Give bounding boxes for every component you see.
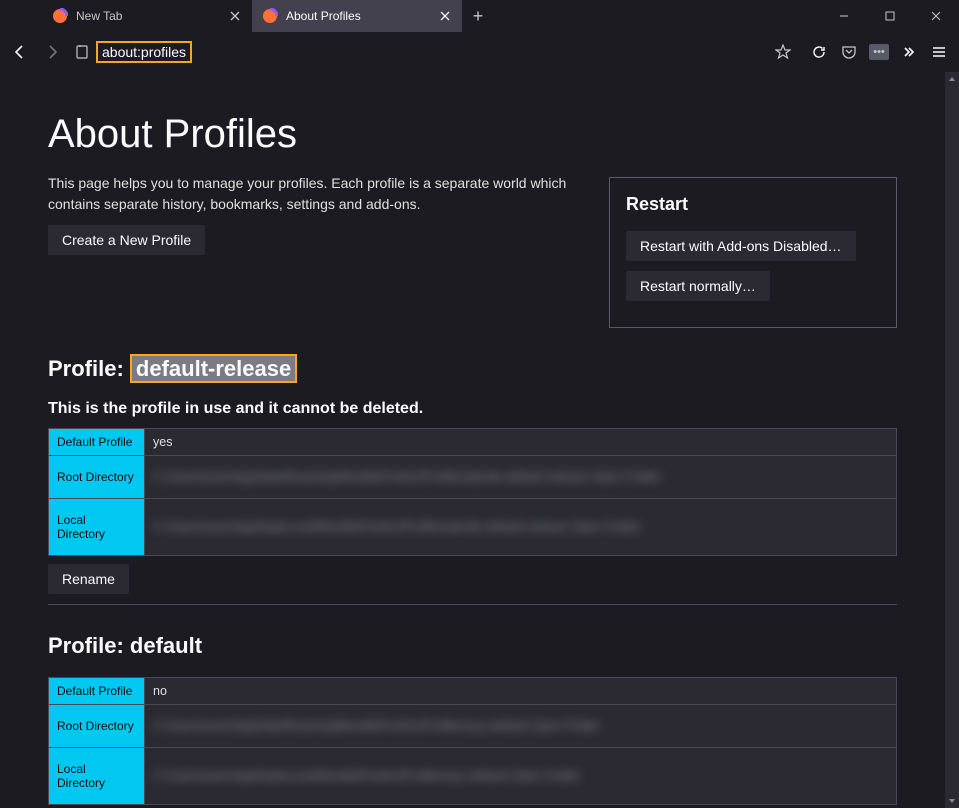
root-directory-value: C:\Users\user\AppData\Roaming\Mozilla\Fi… (145, 705, 897, 748)
intro-text: This page helps you to manage your profi… (48, 173, 589, 215)
page-info-icon[interactable] (74, 44, 90, 60)
default-profile-label: Default Profile (49, 429, 145, 456)
profile-heading: Profile: default-release (48, 356, 897, 382)
table-row: Default Profile yes (49, 429, 897, 456)
profile-heading: Profile: default (48, 633, 897, 659)
table-row: Local Directory C:\Users\user\AppData\Lo… (49, 748, 897, 805)
local-directory-value: C:\Users\user\AppData\Local\Mozilla\Fire… (145, 748, 897, 805)
tab-about-profiles[interactable]: About Profiles (252, 0, 462, 32)
restart-addons-disabled-button[interactable]: Restart with Add-ons Disabled… (626, 231, 856, 261)
titlebar: New Tab About Profiles + (0, 0, 959, 32)
close-icon[interactable] (228, 9, 242, 23)
create-profile-button[interactable]: Create a New Profile (48, 225, 205, 255)
table-row: Root Directory C:\Users\user\AppData\Roa… (49, 456, 897, 499)
overflow-icon[interactable]: ••• (865, 38, 893, 66)
profile-table: Default Profile yes Root Directory C:\Us… (48, 428, 897, 556)
table-row: Default Profile no (49, 678, 897, 705)
restart-heading: Restart (626, 194, 880, 215)
minimize-button[interactable] (821, 0, 867, 32)
profile-in-use-note: This is the profile in use and it cannot… (48, 400, 897, 418)
rename-button[interactable]: Rename (48, 564, 129, 594)
local-directory-label: Local Directory (49, 499, 145, 556)
profile-heading-prefix: Profile: (48, 356, 130, 381)
refresh-button[interactable] (805, 38, 833, 66)
url-bar[interactable]: about:profiles (70, 37, 801, 67)
table-row: Root Directory C:\Users\user\AppData\Roa… (49, 705, 897, 748)
default-profile-label: Default Profile (49, 678, 145, 705)
tab-label: New Tab (76, 9, 122, 23)
new-tab-button[interactable]: + (462, 0, 494, 32)
root-directory-label: Root Directory (49, 705, 145, 748)
firefox-icon (262, 8, 278, 24)
restart-panel: Restart Restart with Add-ons Disabled… R… (609, 177, 897, 328)
more-toolbar-icon[interactable] (895, 38, 923, 66)
local-directory-value: C:\Users\user\AppData\Local\Mozilla\Fire… (145, 499, 897, 556)
maximize-button[interactable] (867, 0, 913, 32)
table-row: Local Directory C:\Users\user\AppData\Lo… (49, 499, 897, 556)
tab-new-tab[interactable]: New Tab (42, 0, 252, 32)
vertical-scrollbar[interactable] (945, 72, 959, 808)
root-directory-label: Root Directory (49, 456, 145, 499)
hamburger-menu-icon[interactable] (925, 38, 953, 66)
profile-name-highlight: default-release (130, 354, 297, 383)
bookmark-star-icon[interactable] (769, 38, 797, 66)
profile-name: default (130, 633, 202, 658)
separator (48, 604, 897, 605)
close-icon[interactable] (438, 9, 452, 23)
tab-label: About Profiles (286, 9, 361, 23)
restart-normally-button[interactable]: Restart normally… (626, 271, 770, 301)
page-content: About Profiles This page helps you to ma… (0, 72, 945, 808)
local-directory-label: Local Directory (49, 748, 145, 805)
page-title: About Profiles (48, 112, 897, 157)
toolbar: about:profiles ••• (0, 32, 959, 72)
back-button[interactable] (6, 38, 34, 66)
pocket-icon[interactable] (835, 38, 863, 66)
close-window-button[interactable] (913, 0, 959, 32)
url-text[interactable]: about:profiles (96, 41, 192, 63)
profile-heading-prefix: Profile: (48, 633, 130, 658)
default-profile-value: yes (145, 429, 897, 456)
profile-table: Default Profile no Root Directory C:\Use… (48, 677, 897, 805)
root-directory-value: C:\Users\user\AppData\Roaming\Mozilla\Fi… (145, 456, 897, 499)
forward-button[interactable] (38, 38, 66, 66)
firefox-icon (52, 8, 68, 24)
default-profile-value: no (145, 678, 897, 705)
window-controls (821, 0, 959, 32)
